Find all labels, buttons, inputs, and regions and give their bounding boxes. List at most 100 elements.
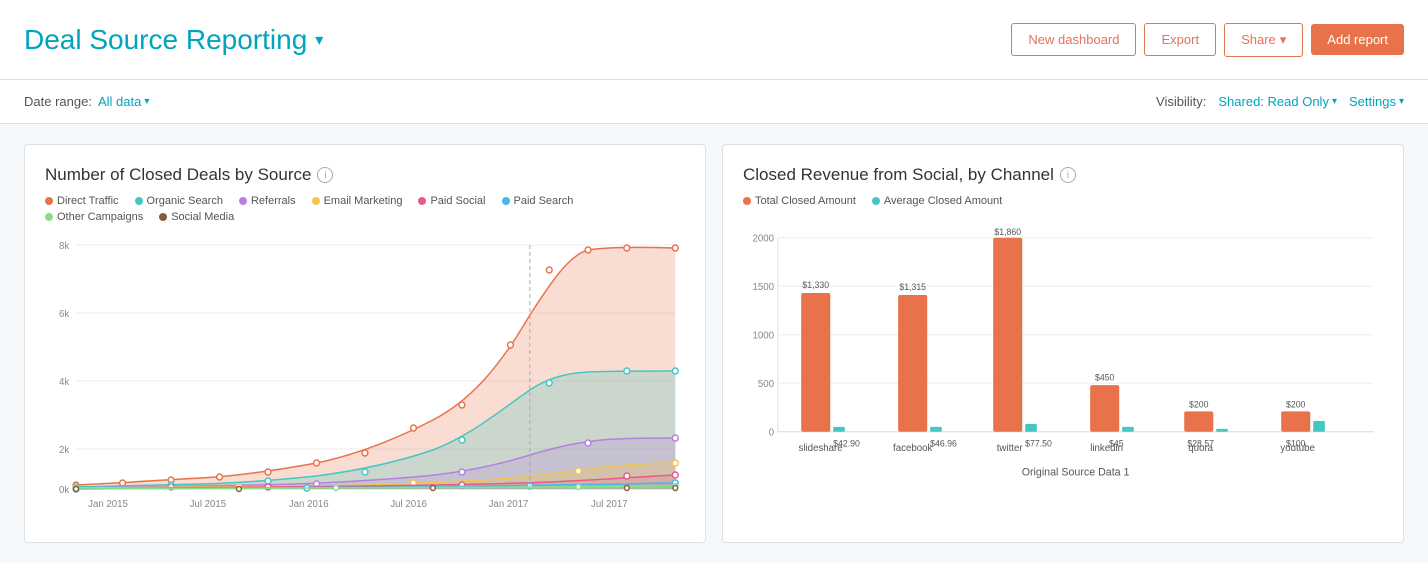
svg-text:linkedin: linkedin xyxy=(1090,443,1123,454)
left-chart-legend: Direct Traffic Organic Search Referrals Ema… xyxy=(45,195,685,223)
settings-chevron-icon: ▾ xyxy=(1399,96,1404,107)
visibility-label: Visibility: xyxy=(1156,94,1206,109)
share-chevron-icon: ▾ xyxy=(1280,32,1287,48)
bar-legend-dot xyxy=(872,197,880,205)
svg-text:$200: $200 xyxy=(1286,399,1306,409)
svg-text:$46.96: $46.96 xyxy=(930,438,957,448)
bar-legend-item: Total Closed Amount xyxy=(743,195,856,207)
svg-text:1000: 1000 xyxy=(752,331,774,342)
new-dashboard-button[interactable]: New dashboard xyxy=(1011,23,1136,56)
date-range-chevron-icon: ▾ xyxy=(144,96,149,107)
legend-dot xyxy=(45,213,53,221)
date-range-value-text: All data xyxy=(98,94,141,109)
svg-text:0: 0 xyxy=(769,428,775,439)
svg-text:8k: 8k xyxy=(59,241,69,252)
legend-label: Paid Social xyxy=(430,195,485,207)
legend-dot xyxy=(159,213,167,221)
svg-text:$1,860: $1,860 xyxy=(994,227,1021,237)
svg-text:slideshare: slideshare xyxy=(798,443,842,454)
title-dropdown-icon[interactable]: ▾ xyxy=(315,30,323,50)
legend-item: Referrals xyxy=(239,195,296,207)
bar-chart-svg: 2000 1500 1000 500 0 $1,330 xyxy=(743,219,1383,519)
legend-dot xyxy=(418,197,426,205)
share-label: Share xyxy=(1241,32,1276,47)
legend-dot xyxy=(502,197,510,205)
legend-dot xyxy=(45,197,53,205)
svg-text:6k: 6k xyxy=(59,309,69,320)
visibility-chevron-icon: ▾ xyxy=(1332,96,1337,107)
svg-text:2k: 2k xyxy=(59,445,69,456)
right-chart-card: Closed Revenue from Social, by Channel i… xyxy=(722,144,1404,543)
top-actions: New dashboard Export Share ▾ Add report xyxy=(1011,23,1404,57)
right-chart-title: Closed Revenue from Social, by Channel i xyxy=(743,165,1383,185)
line-chart-container: 8k 6k 4k 2k 0k xyxy=(45,235,685,515)
svg-text:$77.50: $77.50 xyxy=(1025,438,1052,448)
svg-text:quora: quora xyxy=(1188,443,1213,454)
legend-item: Paid Search xyxy=(502,195,574,207)
legend-label: Referrals xyxy=(251,195,296,207)
legend-dot xyxy=(312,197,320,205)
legend-item: Direct Traffic xyxy=(45,195,119,207)
title-text: Deal Source Reporting xyxy=(24,24,307,56)
date-range-area: Date range: All data ▾ xyxy=(24,94,149,109)
bar-legend-label: Total Closed Amount xyxy=(755,195,856,207)
legend-item: Social Media xyxy=(159,211,234,223)
export-button[interactable]: Export xyxy=(1144,23,1216,56)
legend-label: Email Marketing xyxy=(324,195,403,207)
dashboard-content: Number of Closed Deals by Source i Direc… xyxy=(0,124,1428,563)
bar-legend-label: Average Closed Amount xyxy=(884,195,1002,207)
svg-text:0k: 0k xyxy=(59,485,69,496)
settings-button[interactable]: Settings ▾ xyxy=(1349,94,1404,109)
legend-item: Email Marketing xyxy=(312,195,403,207)
settings-label: Settings xyxy=(1349,94,1396,109)
visibility-selector[interactable]: Shared: Read Only ▾ xyxy=(1218,94,1337,109)
right-chart-info-icon[interactable]: i xyxy=(1060,167,1076,183)
svg-text:Close date: Close date xyxy=(350,514,401,515)
left-chart-title: Number of Closed Deals by Source i xyxy=(45,165,685,185)
svg-text:Jul 2015: Jul 2015 xyxy=(190,499,227,510)
svg-text:Jul 2016: Jul 2016 xyxy=(390,499,427,510)
svg-text:facebook: facebook xyxy=(893,443,932,454)
right-chart-title-text: Closed Revenue from Social, by Channel xyxy=(743,165,1054,185)
svg-text:4k: 4k xyxy=(59,377,69,388)
svg-text:$1,315: $1,315 xyxy=(899,282,926,292)
svg-text:Jul 2017: Jul 2017 xyxy=(591,499,628,510)
page-title: Deal Source Reporting ▾ xyxy=(24,24,323,56)
bar-legend-dot xyxy=(743,197,751,205)
visibility-area: Visibility: Shared: Read Only ▾ Settings… xyxy=(1156,94,1404,109)
legend-label: Social Media xyxy=(171,211,234,223)
legend-dot xyxy=(135,197,143,205)
line-chart-svg: 8k 6k 4k 2k 0k xyxy=(45,235,685,515)
visibility-value-text: Shared: Read Only xyxy=(1218,94,1329,109)
add-report-button[interactable]: Add report xyxy=(1311,24,1404,55)
legend-dot xyxy=(239,197,247,205)
svg-text:$450: $450 xyxy=(1095,372,1115,382)
left-chart-title-text: Number of Closed Deals by Source xyxy=(45,165,311,185)
bar-legend-item: Average Closed Amount xyxy=(872,195,1002,207)
svg-text:$200: $200 xyxy=(1189,399,1209,409)
bar-chart-container: 2000 1500 1000 500 0 $1,330 xyxy=(743,219,1383,522)
svg-text:twitter: twitter xyxy=(997,443,1024,454)
svg-text:2000: 2000 xyxy=(752,234,774,245)
legend-item: Organic Search xyxy=(135,195,223,207)
svg-text:1500: 1500 xyxy=(752,282,774,293)
legend-item: Other Campaigns xyxy=(45,211,143,223)
legend-label: Other Campaigns xyxy=(57,211,143,223)
svg-text:Jan 2016: Jan 2016 xyxy=(289,499,329,510)
sub-bar: Date range: All data ▾ Visibility: Share… xyxy=(0,80,1428,124)
left-chart-card: Number of Closed Deals by Source i Direc… xyxy=(24,144,706,543)
top-bar: Deal Source Reporting ▾ New dashboard Ex… xyxy=(0,0,1428,80)
bar-chart-legend: Total Closed Amount Average Closed Amount xyxy=(743,195,1383,207)
svg-text:500: 500 xyxy=(758,379,775,390)
svg-text:Jan 2015: Jan 2015 xyxy=(88,499,128,510)
date-range-label: Date range: xyxy=(24,94,92,109)
date-range-selector[interactable]: All data ▾ xyxy=(98,94,149,109)
share-button[interactable]: Share ▾ xyxy=(1224,23,1303,57)
legend-label: Direct Traffic xyxy=(57,195,119,207)
svg-text:Original Source Data 1: Original Source Data 1 xyxy=(1022,466,1130,478)
legend-label: Paid Search xyxy=(514,195,574,207)
left-chart-info-icon[interactable]: i xyxy=(317,167,333,183)
svg-text:youtube: youtube xyxy=(1280,443,1314,454)
legend-label: Organic Search xyxy=(147,195,223,207)
legend-item: Paid Social xyxy=(418,195,485,207)
